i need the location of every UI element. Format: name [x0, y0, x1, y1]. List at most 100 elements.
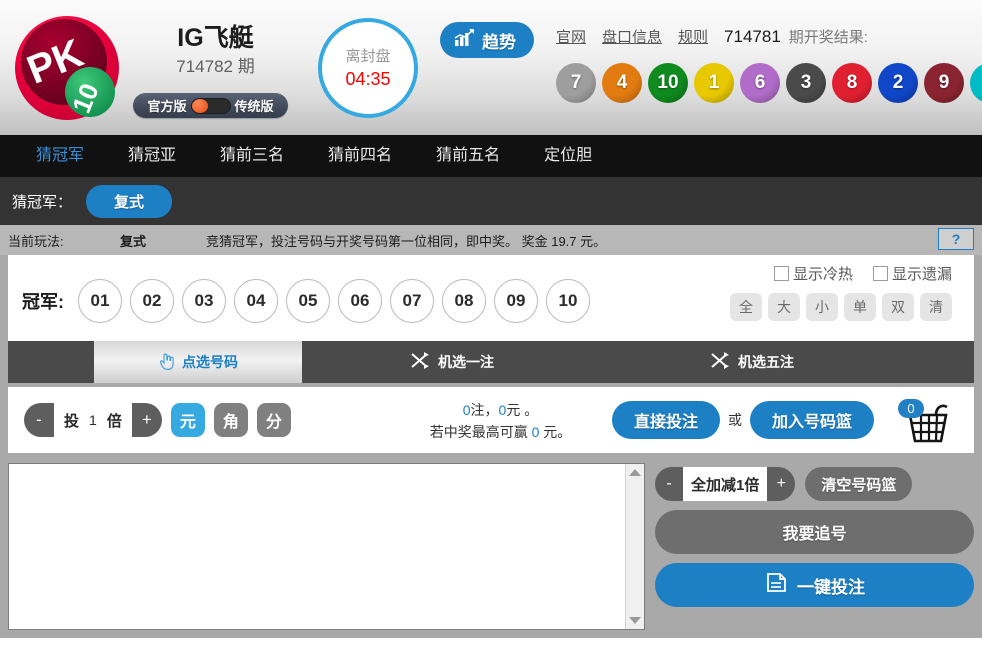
play-desc-bar: 当前玩法: 复式 竞猜冠军，投注号码与开奖号码第一位相同，即中奖。 奖金 19.… [0, 225, 982, 255]
mode-tab-manual[interactable]: 点选号码 [94, 341, 302, 383]
filter-button-2[interactable]: 小 [806, 293, 838, 321]
filter-button-3[interactable]: 单 [844, 293, 876, 321]
mode-tab-random-five-label: 机选五注 [738, 354, 794, 370]
number-ball-list: 01 02 03 04 05 06 07 08 09 10 [78, 279, 598, 323]
play-mode-button[interactable]: 复式 [86, 184, 173, 218]
version-switch-track[interactable] [190, 97, 231, 114]
sub-toolbar-label: 猜冠军： [12, 193, 73, 211]
link-official-site[interactable]: 官网 [556, 26, 586, 47]
filter-button-0[interactable]: 全 [730, 293, 762, 321]
cart-widget[interactable]: 0 [896, 399, 952, 445]
global-multiplier-decrease[interactable]: - [655, 467, 683, 501]
global-multiplier-increase[interactable]: + [767, 467, 795, 501]
play-desc-text: 竞猜冠军，投注号码与开奖号码第一位相同，即中奖。 奖金 19.7 元。 [206, 233, 607, 249]
checkbox-missing-box[interactable] [872, 266, 888, 281]
number-ball-04[interactable]: 04 [234, 279, 278, 323]
number-ball-06[interactable]: 06 [338, 279, 382, 323]
display-options: 显示冷热 显示遗漏 [773, 263, 952, 284]
nav-item-2[interactable]: 猜前三名 [198, 135, 306, 177]
version-traditional-label: 传统版 [234, 99, 274, 114]
clear-basket-button[interactable]: 清空号码篮 [805, 467, 913, 501]
number-ball-03[interactable]: 03 [182, 279, 226, 323]
cart-count-badge: 0 [898, 399, 924, 418]
number-ball-10[interactable]: 10 [546, 279, 590, 323]
draw-ball: 6 [740, 63, 780, 103]
quick-filter-buttons: 全大小单双清 [730, 293, 952, 321]
unit-button-fen[interactable]: 分 [256, 403, 291, 437]
direct-bet-button[interactable]: 直接投注 [612, 401, 721, 439]
play-desc-mode: 复式 [120, 233, 147, 249]
checkbox-hot-cold-box[interactable] [773, 266, 789, 281]
chase-number-button[interactable]: 我要追号 [655, 510, 974, 554]
nav-item-5[interactable]: 定位胆 [522, 135, 614, 177]
number-row-title: 冠军: [22, 292, 64, 312]
multiplier-field[interactable]: 投 1 倍 [54, 403, 132, 437]
draw-ball: 5 [970, 63, 982, 103]
add-to-basket-button[interactable]: 加入号码篮 [750, 401, 875, 439]
number-selection-panel: 显示冷热 显示遗漏 冠军: 01 02 03 04 05 06 07 08 09 10 全大小单双… [0, 255, 982, 341]
multiplier-prefix: 投 [64, 412, 80, 430]
mode-tab-random-five[interactable]: 机选五注 [602, 341, 902, 383]
draw-ball: 1 [694, 63, 734, 103]
version-switch-knob[interactable] [191, 98, 208, 113]
multiplier-increase-button[interactable]: + [132, 403, 162, 437]
countdown-timer: 离封盘 04:35 [318, 18, 418, 118]
draw-ball: 3 [786, 63, 826, 103]
nav-item-3[interactable]: 猜前四名 [306, 135, 414, 177]
version-toggle[interactable]: 官方版 传统版 [133, 93, 288, 118]
scroll-up-arrow-icon[interactable] [629, 469, 641, 476]
bet-bar-wrapper: - 投 1 倍 + 元 角 分 0注，0元 。 若中奖最高可赢 0 元。 直接投… [0, 383, 982, 457]
link-odds-info[interactable]: 盘口信息 [602, 26, 662, 47]
number-ball-08[interactable]: 08 [442, 279, 486, 323]
nav-item-1[interactable]: 猜冠亚 [106, 135, 198, 177]
checkbox-missing[interactable]: 显示遗漏 [872, 263, 952, 284]
chart-icon [454, 28, 475, 52]
current-issue-number: 714782 期 [176, 57, 255, 76]
number-basket-area[interactable] [8, 463, 645, 630]
number-ball-01[interactable]: 01 [78, 279, 122, 323]
document-icon [764, 570, 789, 600]
version-official-label: 官方版 [147, 99, 187, 114]
game-title-block: IG飞艇 714782 期 [133, 24, 298, 78]
filter-button-1[interactable]: 大 [768, 293, 800, 321]
number-ball-05[interactable]: 05 [286, 279, 330, 323]
nav-item-4[interactable]: 猜前五名 [414, 135, 522, 177]
draw-ball: 2 [878, 63, 918, 103]
bottom-section: - 全加减1倍 + 清空号码篮 我要追号 一键投注 [0, 457, 982, 638]
one-key-bet-label: 一键投注 [797, 577, 865, 597]
number-ball-02[interactable]: 02 [130, 279, 174, 323]
global-multiplier-stepper: - 全加减1倍 + [655, 467, 796, 501]
filter-button-5[interactable]: 清 [920, 293, 952, 321]
trend-button[interactable]: 趋势 [440, 22, 534, 58]
unit-button-jiao[interactable]: 角 [213, 403, 248, 437]
draw-result-balls: 74101638295 [556, 63, 982, 103]
hand-pointer-icon [158, 351, 175, 373]
multiplier-value[interactable]: 1 [89, 412, 97, 428]
play-desc-key: 当前玩法: [8, 233, 64, 249]
global-multiplier-label[interactable]: 全加减1倍 [683, 467, 768, 501]
scroll-down-arrow-icon[interactable] [629, 617, 641, 624]
number-row-champion: 冠军: 01 02 03 04 05 06 07 08 09 10 [22, 279, 598, 323]
shuffle-icon [410, 351, 431, 373]
header-links: 官网 盘口信息 规则 714781 期开奖结果: [556, 26, 868, 47]
nav-item-0[interactable]: 猜冠军 [14, 135, 106, 184]
basket-scrollbar[interactable] [625, 464, 644, 629]
checkbox-hot-cold[interactable]: 显示冷热 [773, 263, 853, 284]
shuffle-icon [710, 351, 731, 373]
mode-tab-random-one[interactable]: 机选一注 [302, 341, 602, 383]
selection-mode-tabs: 点选号码 机选一注 机选五注 [0, 341, 982, 383]
bet-amount-unit: 元 。 [506, 402, 539, 418]
max-win-prefix: 若中奖最高可赢 [429, 424, 532, 440]
basket-controls-row: - 全加减1倍 + 清空号码篮 [655, 467, 974, 501]
draw-ball: 9 [924, 63, 964, 103]
multiplier-decrease-button[interactable]: - [24, 403, 54, 437]
filter-button-4[interactable]: 双 [882, 293, 914, 321]
number-ball-07[interactable]: 07 [390, 279, 434, 323]
link-rules[interactable]: 规则 [678, 26, 708, 47]
one-key-bet-button[interactable]: 一键投注 [655, 563, 974, 607]
multiplier-suffix: 倍 [106, 412, 122, 430]
number-ball-09[interactable]: 09 [494, 279, 538, 323]
result-label: 期开奖结果: [788, 29, 868, 46]
help-button[interactable]: ? [938, 228, 974, 250]
unit-button-yuan[interactable]: 元 [170, 403, 205, 437]
